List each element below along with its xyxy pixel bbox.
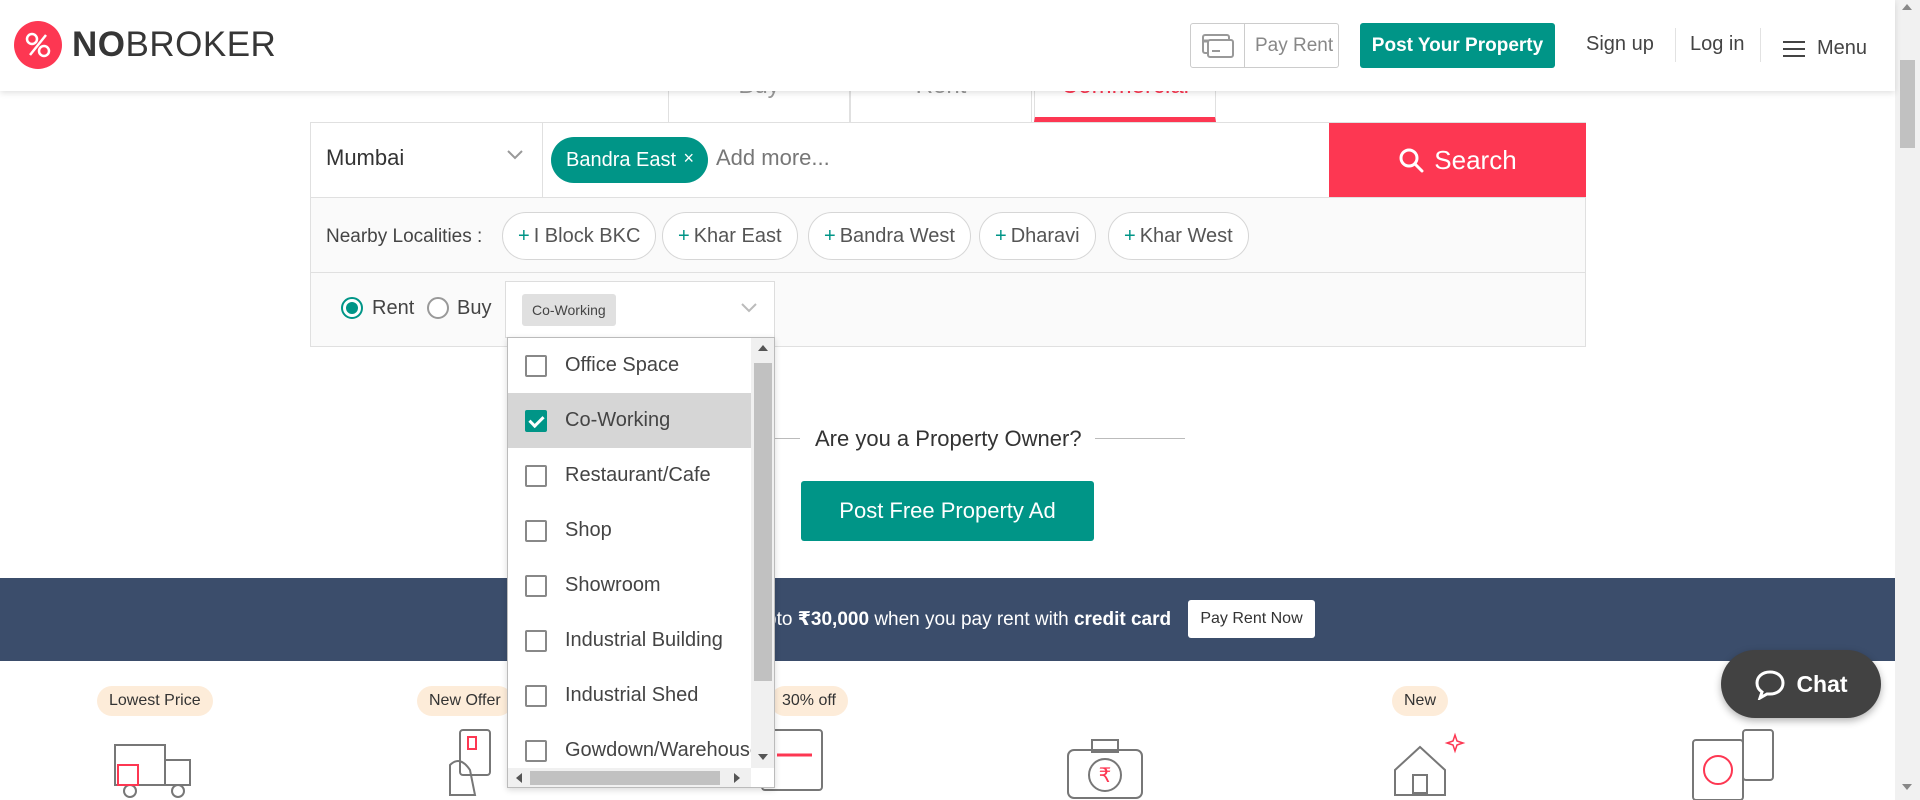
post-your-property-button[interactable]: Post Your Property: [1360, 23, 1555, 68]
rent-payment-icon[interactable]: [440, 725, 510, 800]
checkbox[interactable]: [525, 739, 547, 762]
logo-icon: [14, 21, 62, 69]
dropdown-horizontal-scrollbar[interactable]: [508, 768, 751, 787]
checkbox[interactable]: [525, 629, 547, 652]
post-free-property-ad-button[interactable]: Post Free Property Ad: [801, 481, 1094, 541]
search-icon: [1399, 148, 1424, 173]
checkbox[interactable]: [525, 519, 547, 542]
scroll-right-arrow-icon[interactable]: [734, 773, 740, 783]
chat-label: Chat: [1796, 670, 1848, 697]
nav-divider: [1760, 28, 1761, 62]
scroll-down-arrow-icon[interactable]: [1902, 784, 1912, 790]
checkbox[interactable]: [525, 354, 547, 377]
checkbox[interactable]: [525, 574, 547, 597]
locality-chip[interactable]: Bandra East ×: [551, 137, 708, 183]
nearby-locality-pill[interactable]: + I Block BKC: [502, 212, 657, 260]
log-in-link[interactable]: Log in: [1690, 33, 1745, 56]
scrollbar-thumb[interactable]: [754, 363, 772, 681]
search-button-label: Search: [1434, 144, 1517, 175]
scroll-down-arrow-icon[interactable]: [758, 754, 768, 760]
plus-icon: +: [518, 224, 530, 247]
remove-chip-icon[interactable]: ×: [683, 148, 694, 169]
pay-rent-button[interactable]: Pay Rent: [1190, 23, 1339, 68]
sign-up-link[interactable]: Sign up: [1586, 33, 1654, 56]
service-badge: New: [1392, 686, 1449, 716]
rent-radio-label[interactable]: Rent: [372, 297, 414, 320]
nearby-locality-pill[interactable]: + Dharavi: [979, 212, 1096, 260]
locality-input-box[interactable]: Bandra East × Add more...: [543, 123, 1340, 197]
search-button[interactable]: Search: [1329, 123, 1586, 197]
checkbox[interactable]: [525, 684, 547, 707]
nearby-locality-pill[interactable]: + Bandra West: [808, 212, 971, 260]
pay-rent-label: Pay Rent: [1255, 34, 1334, 56]
dropdown-option[interactable]: Showroom: [508, 558, 751, 613]
dropdown-option[interactable]: Shop: [508, 503, 751, 558]
chat-bubble-icon: [1755, 670, 1785, 700]
service-badge: New Offer: [417, 686, 513, 716]
banner-text: pto ₹30,000 when you pay rent with credi…: [766, 609, 1172, 630]
plus-icon: +: [1124, 224, 1136, 247]
credit-card-icon: [1191, 24, 1245, 67]
plus-icon: +: [824, 224, 836, 247]
checkbox[interactable]: [525, 464, 547, 487]
menu-label: Menu: [1817, 37, 1868, 59]
property-type-select[interactable]: Co-Working: [505, 281, 775, 338]
dropdown-option[interactable]: Industrial Building: [508, 613, 751, 668]
service-badge: Lowest Price: [97, 686, 213, 716]
credit-card-banner: pto ₹30,000 when you pay rent with credi…: [0, 578, 1895, 661]
dropdown-option[interactable]: Restaurant/Cafe: [508, 448, 751, 503]
home-services-icon[interactable]: [1375, 725, 1470, 800]
pay-rent-now-button[interactable]: Pay Rent Now: [1188, 600, 1315, 638]
page-scrollbar[interactable]: [1895, 0, 1920, 800]
chevron-down-icon: [507, 150, 523, 160]
site-header: NOBROKER Pay Rent Post Your Property Sig…: [0, 0, 1895, 91]
nearby-locality-pill[interactable]: + Khar East: [662, 212, 798, 260]
selected-type-tag[interactable]: Co-Working: [522, 294, 616, 326]
travel-visa-icon[interactable]: [1688, 725, 1783, 800]
locality-search-input[interactable]: Add more...: [716, 145, 830, 171]
checkbox[interactable]: [525, 409, 547, 432]
dropdown-vertical-scrollbar[interactable]: [751, 338, 774, 768]
rupee-camera-icon[interactable]: ₹: [1060, 725, 1150, 800]
scroll-up-arrow-icon[interactable]: [758, 345, 768, 351]
menu-button[interactable]: Menu: [1783, 37, 1867, 60]
scrollbar-thumb[interactable]: [1900, 60, 1915, 148]
nobroker-logo[interactable]: NOBROKER: [14, 21, 276, 69]
buy-radio-label[interactable]: Buy: [457, 297, 491, 320]
scroll-up-arrow-icon[interactable]: [1902, 4, 1912, 10]
chat-button[interactable]: Chat: [1721, 650, 1881, 718]
city-select[interactable]: Mumbai: [311, 123, 543, 197]
dropdown-option[interactable]: Co-Working: [508, 393, 751, 448]
nearby-localities-row: Nearby Localities : + I Block BKC + Khar E…: [311, 197, 1585, 273]
nearby-localities-label: Nearby Localities :: [326, 226, 483, 247]
svg-text:₹: ₹: [1099, 763, 1112, 787]
chevron-down-icon: [741, 303, 757, 313]
plus-icon: +: [995, 224, 1007, 247]
hamburger-icon: [1783, 40, 1805, 57]
buy-radio[interactable]: [427, 297, 449, 319]
nav-divider: [1675, 28, 1676, 62]
service-badge: 30% off: [770, 686, 848, 716]
search-panel: Mumbai Bandra East × Add more... Search …: [310, 122, 1586, 347]
dropdown-option[interactable]: Industrial Shed: [508, 668, 751, 723]
city-value: Mumbai: [326, 145, 405, 170]
divider-line: [1095, 438, 1185, 439]
scroll-left-arrow-icon[interactable]: [516, 773, 522, 783]
scrollbar-thumb[interactable]: [530, 771, 720, 785]
locality-chip-label: Bandra East: [566, 148, 677, 171]
nearby-locality-pill[interactable]: + Khar West: [1108, 212, 1249, 260]
property-owner-question: Are you a Property Owner?: [815, 426, 1082, 451]
plus-icon: +: [678, 224, 690, 247]
logo-wordmark: NOBROKER: [72, 25, 277, 64]
rent-radio[interactable]: [341, 297, 363, 319]
packers-movers-icon[interactable]: [110, 725, 210, 800]
dropdown-option[interactable]: Office Space: [508, 338, 751, 393]
property-type-dropdown: Office Space Co-Working Restaurant/Cafe …: [507, 337, 775, 788]
